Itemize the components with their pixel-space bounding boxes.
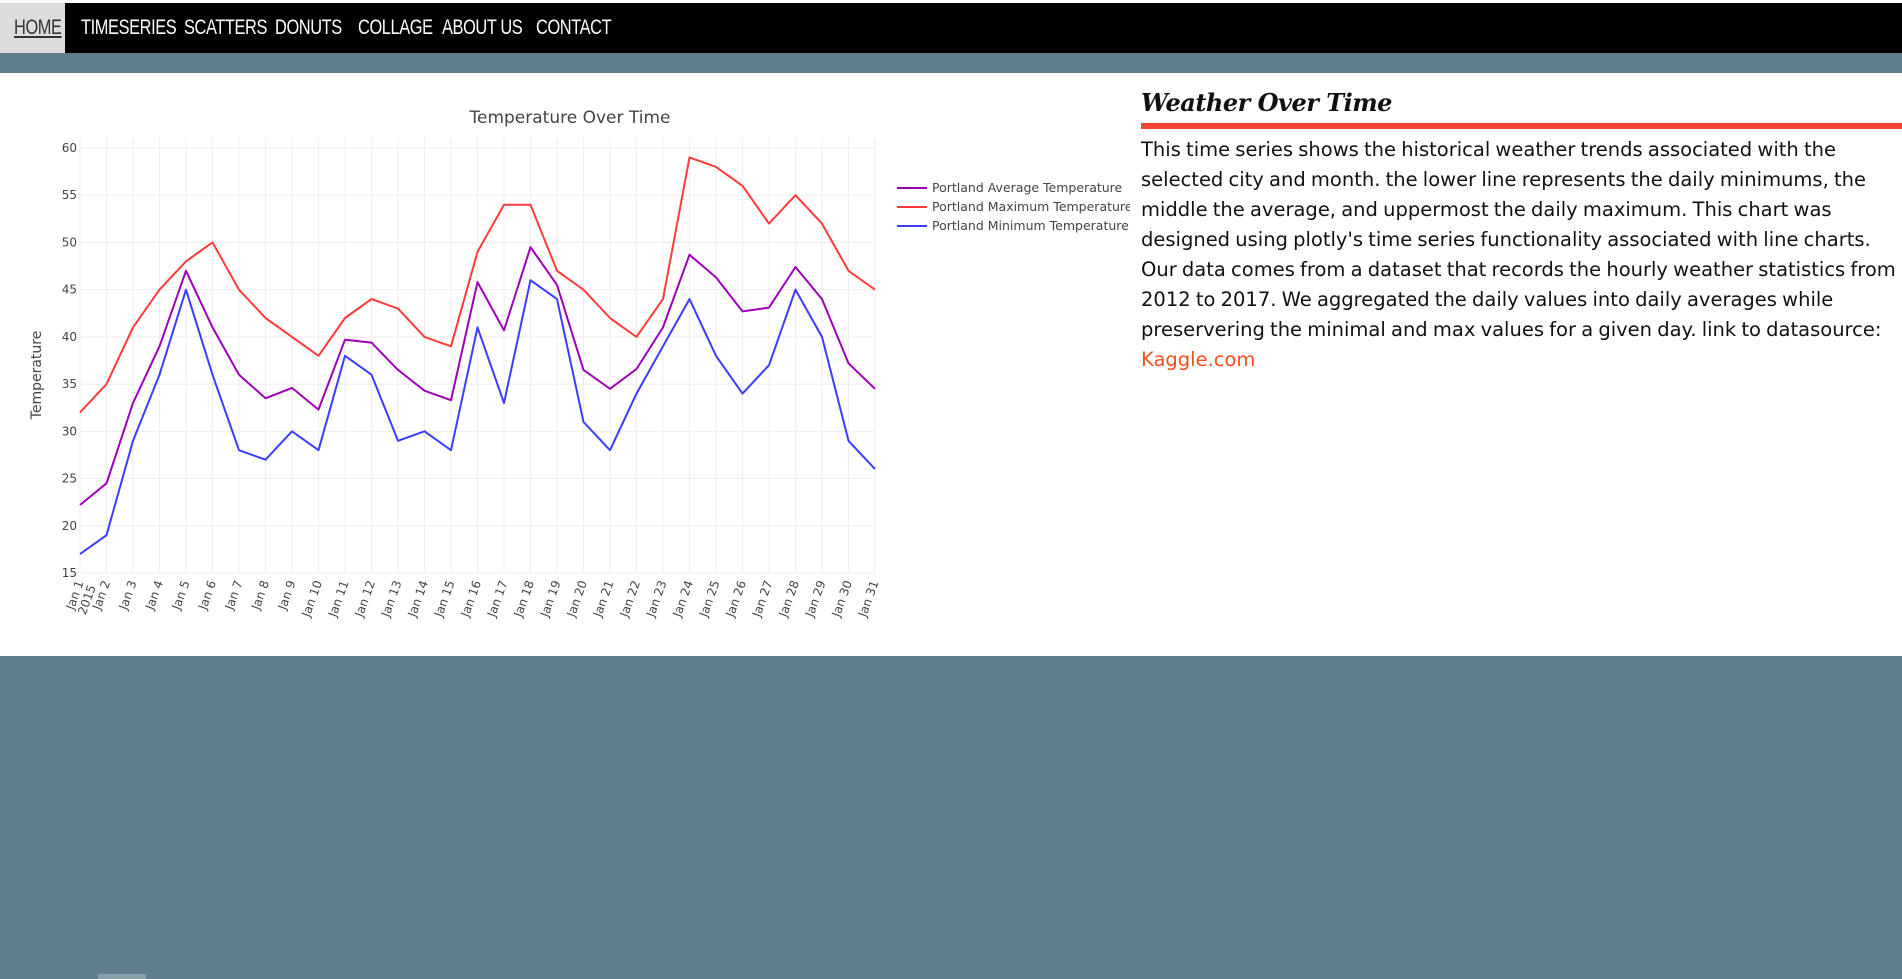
navbar: HOME TIMESERIES SCATTERS DONUTS COLLAGE … [0, 3, 1902, 53]
x-tick-text: Jan 11 [325, 579, 351, 620]
y-tick-label: 50 [62, 235, 77, 249]
x-tick-label: Jan 21 [590, 579, 616, 620]
bottom-scroll-tab [98, 974, 146, 979]
y-tick-label: 55 [62, 188, 77, 202]
legend-label[interactable]: Portland Average Temperature [932, 180, 1123, 195]
x-tick-text: Jan 16 [458, 579, 484, 620]
x-tick-text: Jan 26 [723, 579, 749, 620]
x-tick-text: Jan 31 [855, 579, 881, 620]
chart-legend[interactable]: Portland Average Temperature Portland Max… [897, 180, 1130, 233]
x-tick-text: Jan 30 [829, 579, 855, 620]
x-tick-label: Jan 11 [325, 579, 351, 620]
x-tick-label: Jan 24 [670, 579, 696, 620]
x-tick-text: Jan 21 [590, 579, 616, 620]
x-tick-text: Jan 27 [749, 579, 775, 620]
x-tick-label: Jan 4 [142, 579, 166, 613]
content-panel: Temperature Over Time 15 20 25 30 35 40 45 50 55… [0, 73, 1902, 656]
y-tick-label: 15 [62, 566, 77, 580]
nav-collage[interactable]: COLLAGE [358, 3, 433, 53]
x-tick-label: Jan 6 [195, 579, 219, 613]
x-tick-label: Jan 17 [484, 579, 510, 620]
nav-about-us[interactable]: ABOUT US [442, 3, 523, 53]
x-tick-text: Jan 13 [378, 579, 404, 620]
nav-donuts[interactable]: DONUTS [275, 3, 342, 53]
x-tick-text: Jan 22 [617, 579, 643, 620]
legend-label[interactable]: Portland Minimum Temperature [932, 218, 1129, 233]
y-tick-label: 60 [62, 141, 77, 155]
y-tick-label: 45 [62, 283, 77, 297]
x-tick-text: Jan 29 [802, 579, 828, 620]
x-tick-text: Jan 20 [564, 579, 590, 620]
article-panel: Weather Over Time This time series shows… [1141, 88, 1902, 375]
x-tick-label: Jan 30 [829, 579, 855, 620]
x-tick-label: Jan 18 [511, 579, 537, 620]
x-tick-label: Jan 13 [378, 579, 404, 620]
x-tick-label: Jan 12 [352, 579, 378, 620]
x-tick-text: Jan 12 [352, 579, 378, 620]
x-tick-label: Jan 5 [169, 579, 193, 613]
temperature-chart: Temperature Over Time 15 20 25 30 35 40 45 50 55… [29, 108, 1130, 620]
x-tick-text: Jan 23 [643, 579, 669, 620]
x-tick-label: Jan 7 [222, 579, 246, 613]
x-tick-label: Jan 14 [405, 579, 431, 620]
nav-contact[interactable]: CONTACT [536, 3, 612, 53]
nav-scatters[interactable]: SCATTERS [184, 3, 267, 53]
x-tick-label: Jan 26 [723, 579, 749, 620]
x-tick-label: Jan 28 [776, 579, 802, 620]
x-tick-label: Jan 9 [275, 579, 299, 613]
y-tick-label: 40 [62, 330, 77, 344]
x-tick-label: Jan 31 [855, 579, 881, 620]
x-tick-text: Jan 28 [776, 579, 802, 620]
x-tick-label: Jan 25 [696, 579, 722, 620]
x-tick-label: Jan 15 [431, 579, 457, 620]
article-body-text: This time series shows the historical we… [1141, 138, 1896, 341]
y-tick-label: 30 [62, 424, 77, 438]
legend-label[interactable]: Portland Maximum Temperature [932, 199, 1130, 214]
x-tick-text: Jan 7 [222, 579, 246, 613]
x-tick-text: Jan 4 [142, 579, 166, 613]
nav-home[interactable]: HOME [14, 3, 62, 53]
x-tick-text: Jan 15 [431, 579, 457, 620]
nav-timeseries[interactable]: TIMESERIES [81, 3, 177, 53]
x-tick-text: Jan 3 [116, 579, 140, 613]
x-tick-label: Jan 27 [749, 579, 775, 620]
x-tick-label: Jan 2 [89, 579, 113, 613]
x-tick-text: Jan 17 [484, 579, 510, 620]
y-tick-label: 20 [62, 519, 77, 533]
x-tick-label: Jan 3 [116, 579, 140, 613]
x-tick-text: Jan 2 [89, 579, 113, 613]
title-underline [1141, 123, 1902, 129]
x-tick-label: Jan 29 [802, 579, 828, 620]
x-tick-label: Jan 19 [537, 579, 563, 620]
kaggle-link[interactable]: Kaggle.com [1141, 348, 1255, 371]
x-tick-text: Jan 14 [405, 579, 431, 620]
y-axis-ticks: 15 20 25 30 35 40 45 50 55 60 [62, 141, 77, 580]
x-tick-text: Jan 18 [511, 579, 537, 620]
x-tick-text: Jan 25 [696, 579, 722, 620]
x-tick-text: Jan 10 [299, 579, 325, 620]
x-tick-label: Jan 23 [643, 579, 669, 620]
y-axis-label: Temperature [29, 331, 45, 421]
x-tick-text: Jan 6 [195, 579, 219, 613]
x-tick-text: Jan 19 [537, 579, 563, 620]
x-tick-text: Jan 5 [169, 579, 193, 613]
x-axis-ticks: Jan 12015Jan 2 Jan 3 Jan 4 Jan 5 Jan 6 Jan 7J… [63, 579, 882, 620]
y-tick-label: 35 [62, 377, 77, 391]
x-tick-label: Jan 8 [248, 579, 272, 613]
x-tick-text: Jan 9 [275, 579, 299, 613]
x-tick-label: Jan 10 [299, 579, 325, 620]
x-tick-label: Jan 22 [617, 579, 643, 620]
article-body: This time series shows the historical we… [1141, 135, 1902, 375]
y-tick-label: 25 [62, 472, 77, 486]
chart-title: Temperature Over Time [469, 108, 671, 128]
x-tick-text: Jan 24 [670, 579, 696, 620]
article-title: Weather Over Time [1141, 88, 1392, 117]
x-tick-label: Jan 20 [564, 579, 590, 620]
x-tick-text: Jan 8 [248, 579, 272, 613]
x-tick-label: Jan 16 [458, 579, 484, 620]
